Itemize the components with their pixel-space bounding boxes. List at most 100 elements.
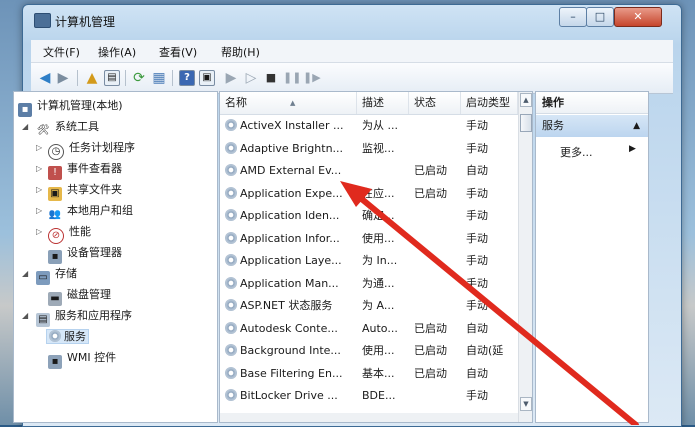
service-status-cell: 已启动 xyxy=(409,183,461,205)
service-gear-icon xyxy=(225,299,237,311)
service-description-cell: 为通... xyxy=(357,273,409,295)
service-name-cell: Base Filtering En... xyxy=(220,363,357,385)
tree-item-storage[interactable]: ◢ ▭ 存储 xyxy=(22,264,77,285)
table-row[interactable]: ActiveX Installer ... 为从 ... 手动 xyxy=(220,115,518,137)
cell-text: 手动 xyxy=(466,276,488,290)
tree-item-performance[interactable]: ▷ ⊘ 性能 xyxy=(36,222,91,244)
menu-help[interactable]: 帮助(H) xyxy=(221,44,260,60)
forward-arrow-icon[interactable]: ▶ xyxy=(55,70,71,86)
refresh-icon[interactable]: ⟳ xyxy=(131,70,147,86)
collapse-icon[interactable]: ◢ xyxy=(22,264,28,284)
service-startup-cell: 手动 xyxy=(461,228,518,250)
expand-icon[interactable]: ▷ xyxy=(36,159,42,179)
collapse-up-icon[interactable]: ▲ xyxy=(633,115,640,137)
cell-text: ActiveX Installer ... xyxy=(240,119,344,132)
table-row[interactable]: ASP.NET 状态服务 为 A... 手动 xyxy=(220,295,518,317)
stop-service-icon[interactable]: ■ xyxy=(263,70,279,86)
start-service-alt-icon[interactable]: ▷ xyxy=(243,70,259,86)
back-arrow-icon[interactable]: ◀ xyxy=(37,70,53,86)
cell-text: 为 A... xyxy=(362,299,395,312)
tree-root[interactable]: ▪ 计算机管理(本地) xyxy=(18,96,123,117)
expand-icon[interactable]: ▷ xyxy=(36,222,42,242)
minimize-button[interactable]: – xyxy=(559,7,587,27)
expand-icon[interactable]: ▷ xyxy=(36,180,42,200)
column-header-startup-type[interactable]: 启动类型 xyxy=(461,92,518,114)
cell-text: 手动 xyxy=(466,209,488,222)
tree-item-disk-management[interactable]: ▬ 磁盘管理 xyxy=(36,285,111,306)
tree-item-label: 事件查看器 xyxy=(67,162,122,175)
submenu-arrow-icon[interactable]: ▶ xyxy=(629,144,636,154)
event-viewer-icon: ! xyxy=(48,166,62,180)
table-row[interactable]: Background Inte... 使用... 已启动 自动(延 xyxy=(220,340,518,362)
tools-icon: 🛠 xyxy=(36,125,50,136)
cell-text: 确定... xyxy=(362,209,395,222)
service-description-cell: 使用... xyxy=(357,340,409,362)
export-list-icon[interactable]: ▦ xyxy=(151,70,167,86)
table-row[interactable]: Application Infor... 使用... 手动 xyxy=(220,228,518,250)
scroll-down-icon[interactable]: ▼ xyxy=(520,397,532,411)
cell-text: 监视... xyxy=(362,141,395,155)
vertical-scrollbar[interactable]: ▲ ▼ xyxy=(518,92,532,422)
pause-service-icon[interactable]: ❚❚ xyxy=(283,70,301,86)
service-status-cell xyxy=(409,295,461,317)
tree-item-shared-folders[interactable]: ▷ ▣ 共享文件夹 xyxy=(36,180,122,201)
service-gear-icon xyxy=(225,389,237,401)
table-row[interactable]: AMD External Ev... 已启动 自动 xyxy=(220,160,518,182)
restart-service-icon[interactable]: ❚▶ xyxy=(303,70,321,86)
table-row[interactable]: Base Filtering En... 基本... 已启动 自动 xyxy=(220,363,518,385)
cell-text: AMD External Ev... xyxy=(240,164,342,177)
tree-item-event-viewer[interactable]: ▷ ! 事件查看器 xyxy=(36,159,122,180)
collapse-icon[interactable]: ◢ xyxy=(22,117,28,137)
column-header-name[interactable]: 名称 ▲ xyxy=(220,92,357,114)
cell-text: 已启动 xyxy=(414,344,447,357)
cell-text: 在应... xyxy=(362,186,395,200)
column-header-description[interactable]: 描述 xyxy=(357,92,409,114)
properties-icon[interactable]: ▣ xyxy=(199,70,215,86)
cell-text: 已启动 xyxy=(414,366,447,380)
tree-item-services[interactable]: 服务 xyxy=(36,327,89,347)
service-gear-icon xyxy=(225,119,237,131)
show-hide-console-tree-icon[interactable]: ▤ xyxy=(104,70,120,86)
service-startup-cell: 自动(延 xyxy=(461,340,518,362)
more-actions-link[interactable]: 更多... xyxy=(560,144,593,160)
title-bar[interactable]: 计算机管理 – □ ✕ xyxy=(23,5,681,35)
service-name-cell: Adaptive Brightn... xyxy=(220,138,357,160)
table-row[interactable]: Application Iden... 确定... 手动 xyxy=(220,205,518,227)
actions-section-services[interactable]: 服务 ▲ xyxy=(536,115,648,137)
table-row[interactable]: Application Expe... 在应... 已启动 手动 xyxy=(220,183,518,205)
cell-text: 为从 ... xyxy=(362,119,398,132)
scroll-up-icon[interactable]: ▲ xyxy=(520,93,532,107)
expand-icon[interactable]: ▷ xyxy=(36,138,42,158)
cell-text: 手动 xyxy=(466,299,488,312)
table-row[interactable]: Application Laye... 为 In... 手动 xyxy=(220,250,518,272)
tree-item-services-apps[interactable]: ◢ ▤ 服务和应用程序 xyxy=(22,306,132,327)
table-row[interactable]: Autodesk Conte... Auto... 已启动 自动 xyxy=(220,318,518,340)
service-description-cell: 为 In... xyxy=(357,250,409,272)
column-header-status[interactable]: 状态 xyxy=(409,92,461,114)
tree-item-local-users[interactable]: ▷ 👥 本地用户和组 xyxy=(36,201,133,221)
collapse-icon[interactable]: ◢ xyxy=(22,306,28,326)
tree-item-device-manager[interactable]: ▪ 设备管理器 xyxy=(36,243,122,264)
table-row[interactable]: Adaptive Brightn... 监视... 手动 xyxy=(220,138,518,160)
tree-item-wmi[interactable]: ▪ WMI 控件 xyxy=(36,348,116,369)
table-row[interactable]: BitLocker Drive ... BDE... 手动 xyxy=(220,385,518,407)
service-startup-cell: 自动 xyxy=(461,160,518,182)
menu-action[interactable]: 操作(A) xyxy=(98,44,136,60)
tree-item-label: 本地用户和组 xyxy=(67,204,133,217)
maximize-button[interactable]: □ xyxy=(586,7,614,27)
up-folder-icon[interactable]: ▲ xyxy=(84,70,100,86)
service-startup-cell: 自动 xyxy=(461,318,518,340)
start-service-icon[interactable]: ▶ xyxy=(223,70,239,86)
close-button[interactable]: ✕ xyxy=(614,7,662,27)
table-row[interactable]: Application Man... 为通... 手动 xyxy=(220,273,518,295)
expand-icon[interactable]: ▷ xyxy=(36,201,42,221)
service-name-cell: Application Man... xyxy=(220,273,357,295)
tree-item-task-scheduler[interactable]: ▷ ◷ 任务计划程序 xyxy=(36,138,135,160)
tree-item-system-tools[interactable]: ◢ 🛠 系统工具 xyxy=(22,117,99,137)
service-status-cell xyxy=(409,115,461,137)
menu-file[interactable]: 文件(F) xyxy=(43,44,80,60)
horizontal-scrollbar[interactable] xyxy=(220,413,518,422)
scrollbar-thumb[interactable] xyxy=(520,114,532,132)
help-icon[interactable]: ? xyxy=(179,70,195,86)
menu-view[interactable]: 查看(V) xyxy=(159,44,197,60)
